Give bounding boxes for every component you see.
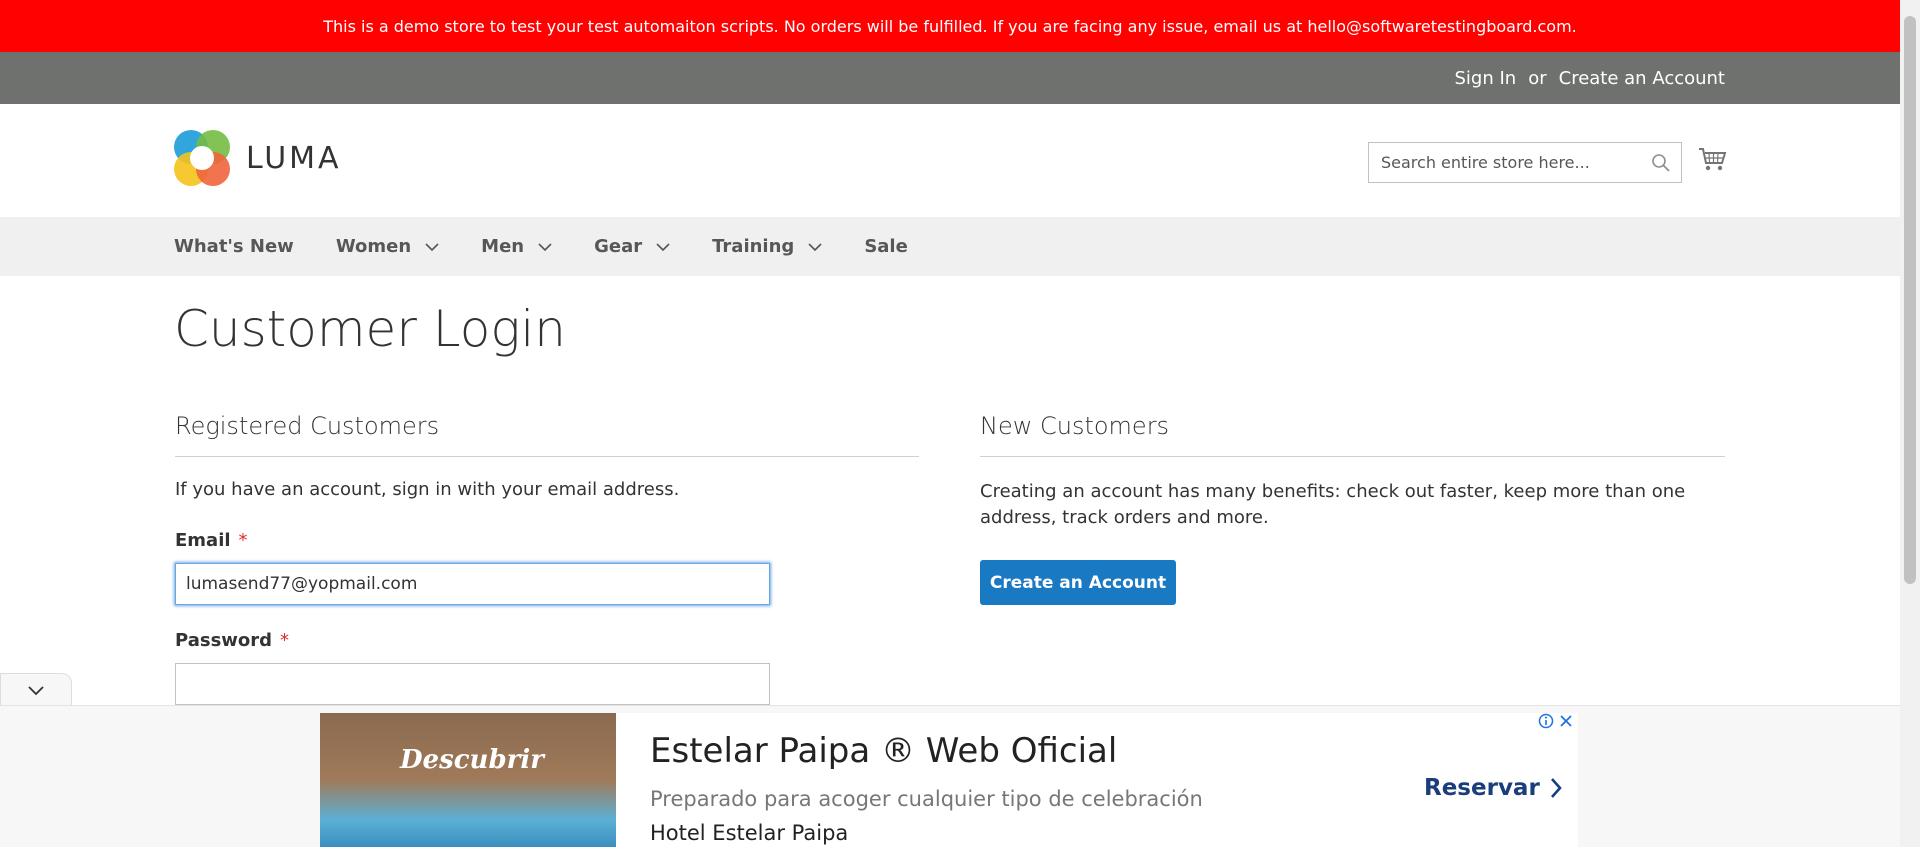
sign-in-link[interactable]: Sign In xyxy=(1455,68,1517,89)
ad-image[interactable]: Descubrir xyxy=(320,713,616,847)
new-customers-description: Creating an account has many benefits: c… xyxy=(980,481,1686,528)
nav-item-women[interactable]: Women xyxy=(336,236,439,257)
or-separator: or xyxy=(1528,67,1547,89)
email-label: Email * xyxy=(175,530,248,551)
password-label: Password * xyxy=(175,630,289,651)
chevron-down-icon xyxy=(538,242,552,251)
registered-intro-text: If you have an account, sign in with you… xyxy=(175,479,680,500)
luma-logo[interactable]: LUMA xyxy=(174,130,342,186)
password-field[interactable] xyxy=(175,663,770,705)
nav-item-training[interactable]: Training xyxy=(712,236,822,257)
email-field[interactable] xyxy=(175,563,770,605)
top-panel-header: Sign In or Create an Account xyxy=(0,52,1900,104)
ad-headline: Estelar Paipa ® Web Oficial xyxy=(650,731,1118,771)
new-customers-title: New Customers xyxy=(980,412,1725,457)
create-account-link[interactable]: Create an Account xyxy=(1559,68,1725,89)
nav-item-gear[interactable]: Gear xyxy=(594,236,670,257)
nav-item-label: Men xyxy=(481,236,525,257)
demo-notice-text: This is a demo store to test your test a… xyxy=(323,16,1577,36)
chevron-right-icon xyxy=(1550,778,1562,798)
create-account-button[interactable]: Create an Account xyxy=(980,560,1176,605)
nav-item-label: Women xyxy=(335,236,412,257)
ad-cta-area: Reservar xyxy=(1396,713,1578,847)
chevron-down-icon xyxy=(425,242,439,251)
chevron-down-icon xyxy=(808,242,822,251)
close-icon[interactable] xyxy=(1558,713,1574,729)
search-input[interactable] xyxy=(1369,153,1639,172)
registered-customers-title: Registered Customers xyxy=(175,412,919,457)
required-marker: * xyxy=(280,630,290,651)
page-title: Customer Login xyxy=(174,300,566,358)
info-icon[interactable] xyxy=(1538,713,1554,729)
vertical-scrollbar[interactable] xyxy=(1900,0,1920,847)
search-box xyxy=(1368,142,1682,183)
logo-text: LUMA xyxy=(246,140,342,176)
luma-logo-icon xyxy=(174,130,230,186)
ad-description: Preparado para acoger cualquier tipo de … xyxy=(650,787,1203,811)
ad-content[interactable]: Estelar Paipa ® Web Oficial Preparado pa… xyxy=(616,713,1396,847)
nav-item-label: Sale xyxy=(864,236,908,257)
main-navigation: What's New Women Men Gear Training Sale xyxy=(0,217,1900,276)
ad-image-text: Descubrir xyxy=(400,745,544,775)
chevron-down-icon xyxy=(28,685,44,695)
demo-notice-banner: This is a demo store to test your test a… xyxy=(0,0,1900,52)
nav-items: What's New Women Men Gear Training Sale xyxy=(174,217,950,276)
required-marker: * xyxy=(238,530,248,551)
nav-item-label: What's New xyxy=(174,236,294,257)
nav-item-label: Training xyxy=(712,236,795,257)
search-icon[interactable] xyxy=(1651,153,1671,173)
nav-item-sale[interactable]: Sale xyxy=(864,236,908,257)
ad-brand: Hotel Estelar Paipa xyxy=(650,821,849,845)
nav-item-whats-new[interactable]: What's New xyxy=(174,236,294,257)
header-links: Sign In or Create an Account xyxy=(1455,52,1726,104)
nav-item-men[interactable]: Men xyxy=(481,236,552,257)
ad-collapse-toggle[interactable] xyxy=(0,673,72,707)
ad-cta-button[interactable]: Reservar xyxy=(1424,775,1562,801)
chevron-down-icon xyxy=(656,242,670,251)
password-label-text: Password xyxy=(175,630,273,651)
scrollbar-thumb[interactable] xyxy=(1904,16,1916,584)
shopping-cart-icon[interactable] xyxy=(1697,144,1727,174)
email-label-text: Email xyxy=(175,530,231,551)
nav-item-label: Gear xyxy=(594,236,643,257)
ad-cta-label: Reservar xyxy=(1424,775,1540,801)
